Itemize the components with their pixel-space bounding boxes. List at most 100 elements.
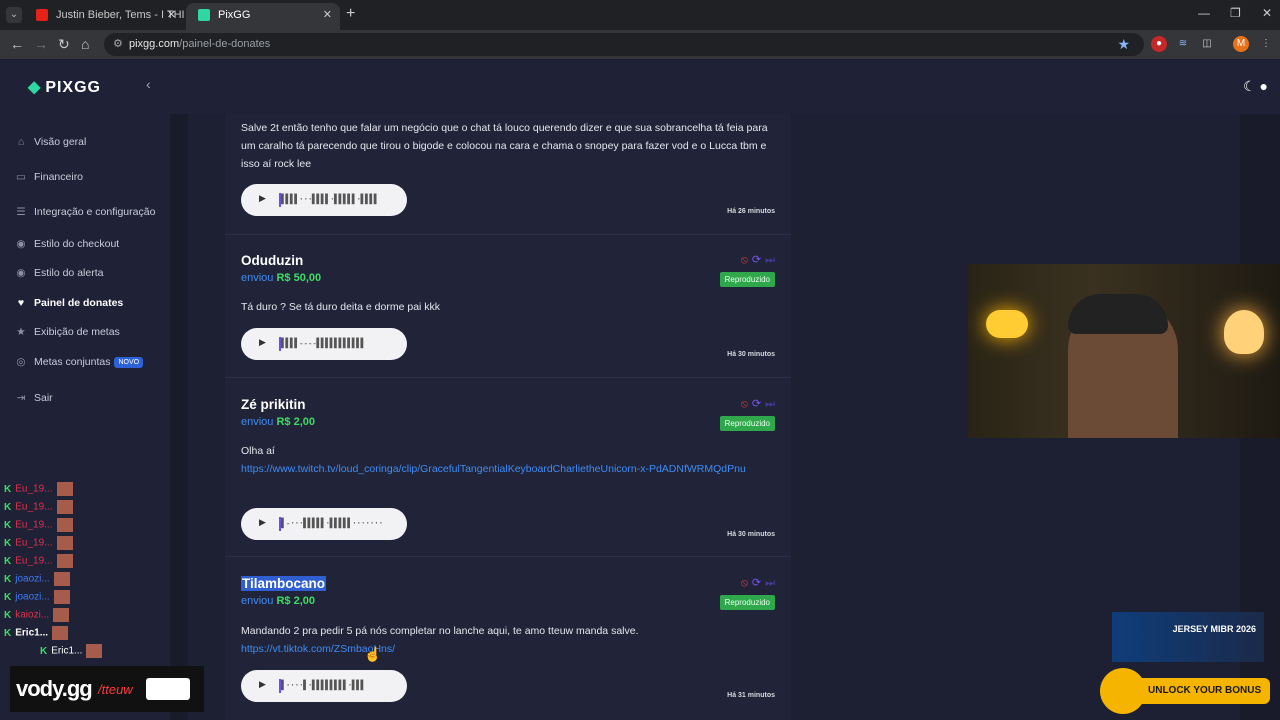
home-icon[interactable]: ⌂ <box>81 36 89 52</box>
star-icon: ★ <box>16 326 26 338</box>
minimize-icon[interactable]: — <box>1198 6 1210 20</box>
tab-title: PixGG <box>218 9 251 21</box>
chat-row: Kjoaozi... <box>4 590 70 604</box>
sidebar-item-painel-donates[interactable]: ♥ Painel de donates <box>14 297 123 309</box>
replay-icon[interactable]: ⟳ <box>752 254 761 266</box>
url-path: /painel-de-donates <box>179 38 271 50</box>
sent-label: enviou <box>241 272 274 284</box>
donation-text: Mandando 2 pra pedir 5 pá nós completar … <box>241 625 639 637</box>
browser-menu-icon[interactable]: ⋮ <box>1258 36 1274 52</box>
skip-icon[interactable]: ⏭ <box>765 577 775 589</box>
sidebar-item-metas-conjuntas[interactable]: ◎ Metas conjuntas NOVO <box>14 356 144 368</box>
sent-label: enviou <box>241 416 274 428</box>
sidebar-item-label: Exibição de metas <box>34 326 120 338</box>
replay-icon[interactable]: ⟳ <box>752 577 761 589</box>
sidebar-item-estilo-alerta[interactable]: ◉ Estilo do alerta <box>14 267 103 279</box>
extensions-puzzle-icon[interactable]: ◫ <box>1199 36 1215 52</box>
block-icon[interactable]: ⦸ <box>741 254 748 266</box>
sidebar-item-estilo-checkout[interactable]: ◉ Estilo do checkout <box>14 238 119 250</box>
browser-tabbar: ⌄ Justin Bieber, Tems - I THINK Y... ✕ P… <box>0 0 1280 30</box>
mouse-cursor-icon: ☝ <box>364 646 382 662</box>
avatar <box>53 590 70 604</box>
donation-message: Salve 2t então tenho que falar um negóci… <box>241 122 768 170</box>
palette-icon: ◉ <box>16 267 26 279</box>
donation-card: Zé prikitin enviou R$ 2,00 ⦸ ⟳ ⏭ Reproduzi… <box>225 379 791 557</box>
collapse-sidebar-icon[interactable]: ‹ <box>146 76 151 92</box>
avatar <box>53 608 70 622</box>
chat-row: Kkaiozi... <box>4 608 70 622</box>
waveform[interactable]: ▌▌▌▌···▌▌▌▌·▌▌▌▌▌·▌▌▌▌ <box>278 193 379 207</box>
sidebar-item-integracao[interactable]: ☰ Integração e configuração <box>14 206 155 218</box>
chat-user: joaozi... <box>15 573 50 585</box>
restore-icon[interactable]: ❐ <box>1230 6 1241 20</box>
chat-user: kaiozi... <box>15 609 50 621</box>
lamp-light <box>986 310 1028 338</box>
donation-message: Olha aí https://www.twitch.tv/loud_corin… <box>241 442 771 478</box>
close-window-icon[interactable]: ✕ <box>1262 6 1272 20</box>
donation-amount-line: enviou R$ 2,00 <box>241 595 315 607</box>
tab-search-icon[interactable]: ⌄ <box>6 7 22 23</box>
donation-actions: ⦸ ⟳ ⏭ <box>741 253 775 267</box>
sidebar-item-sair[interactable]: ⇥ Sair <box>14 392 53 404</box>
waveform[interactable]: ▌····▌·▌▌▌▌▌▌▌▌·▌▌▌ <box>279 679 366 693</box>
donation-card: Oduduzin enviou R$ 50,00 ⦸ ⟳ ⏭ Reproduzido… <box>225 235 791 378</box>
chat-row: K Eu_19... <box>4 482 73 496</box>
skip-icon[interactable]: ⏭ <box>765 254 775 266</box>
tab-pixgg[interactable]: PixGG ✕ <box>186 3 340 30</box>
sidebar-item-exibicao-metas[interactable]: ★ Exibição de metas <box>14 326 120 338</box>
sidebar-item-financeiro[interactable]: ▭ Financeiro <box>14 171 83 183</box>
new-tab-icon[interactable]: + <box>346 5 355 23</box>
close-tab-icon[interactable]: ✕ <box>323 3 332 27</box>
profile-avatar[interactable]: M <box>1233 36 1249 52</box>
donor-name: Oduduzin <box>241 253 304 268</box>
forward-icon[interactable]: → <box>34 36 48 52</box>
reload-icon[interactable]: ↻ <box>58 36 70 53</box>
block-icon[interactable]: ⦸ <box>741 577 748 589</box>
webcam-overlay <box>968 264 1280 438</box>
back-icon[interactable]: ← <box>10 36 24 52</box>
address-bar[interactable]: ⚙ pixgg.com/painel-de-donates ★ <box>104 33 1144 56</box>
unlock-text: UNLOCK YOUR BONUS <box>1134 678 1270 704</box>
unlock-bonus-banner: UNLOCK YOUR BONUS <box>1100 668 1272 714</box>
waveform[interactable]: ▌-···▌▌▌▌▌·▌▌▌▌▌······· <box>279 517 384 531</box>
sidebar-item-label: Integração e configuração <box>34 206 156 218</box>
audio-player[interactable]: ▶ ▌-···▌▌▌▌▌·▌▌▌▌▌······· <box>241 508 407 540</box>
avatar <box>56 518 73 532</box>
bookmark-star-icon[interactable]: ★ <box>1117 33 1130 56</box>
site-info-icon[interactable]: ⚙ <box>113 33 123 56</box>
donation-link[interactable]: https://vt.tiktok.com/ZSmbaoHns/ <box>241 640 771 658</box>
sidebar-item-label: Visão geral <box>34 136 87 148</box>
kick-icon: K <box>4 555 12 567</box>
audio-player[interactable]: ▶ ▌····▌·▌▌▌▌▌▌▌▌·▌▌▌ <box>241 670 407 702</box>
theme-toggle-icon[interactable]: ☾ ● <box>1243 78 1268 95</box>
sidebar-item-visao-geral[interactable]: ⌂ Visão geral <box>14 136 87 148</box>
chat-row: K Eu_19... <box>4 500 73 514</box>
extension-wave-icon[interactable]: ≋ <box>1175 36 1191 52</box>
extension-icon[interactable]: ● <box>1151 36 1167 52</box>
sidebar-item-label: Painel de donates <box>34 297 124 309</box>
play-icon[interactable]: ▶ <box>259 193 266 204</box>
vody-handle: /tteuw <box>98 682 133 697</box>
tab-youtube[interactable]: Justin Bieber, Tems - I THINK Y... ✕ <box>24 3 184 30</box>
skip-icon[interactable]: ⏭ <box>765 398 775 410</box>
sidebar-item-label: Sair <box>34 392 53 404</box>
play-icon[interactable]: ▶ <box>259 337 266 348</box>
chat-user: Eu_19... <box>15 555 53 567</box>
lamp-light <box>1224 310 1264 354</box>
waveform[interactable]: ▌▌▌▌----▌▌▌▌▌▌▌▌▌▌▌ <box>279 337 366 351</box>
avatar <box>56 536 73 550</box>
play-icon[interactable]: ▶ <box>259 679 266 690</box>
replay-icon[interactable]: ⟳ <box>752 398 761 410</box>
block-icon[interactable]: ⦸ <box>741 398 748 410</box>
donation-amount-line: enviou R$ 50,00 <box>241 272 321 284</box>
audio-player[interactable]: ▶ ▌▌▌▌···▌▌▌▌·▌▌▌▌▌·▌▌▌▌ <box>241 184 407 216</box>
brand-logo[interactable]: ◆ PIXGG <box>28 77 101 97</box>
audio-player[interactable]: ▶ ▌▌▌▌----▌▌▌▌▌▌▌▌▌▌▌ <box>241 328 407 360</box>
close-tab-icon[interactable]: ✕ <box>167 3 176 27</box>
sent-label: enviou <box>241 595 274 607</box>
donation-link[interactable]: https://www.twitch.tv/loud_coringa/clip/… <box>241 460 771 478</box>
avatar <box>56 482 73 496</box>
brand-name: PIXGG <box>45 79 101 96</box>
play-icon[interactable]: ▶ <box>259 517 266 528</box>
donation-message: Tá duro ? Se tá duro deita e dorme pai k… <box>241 301 441 313</box>
